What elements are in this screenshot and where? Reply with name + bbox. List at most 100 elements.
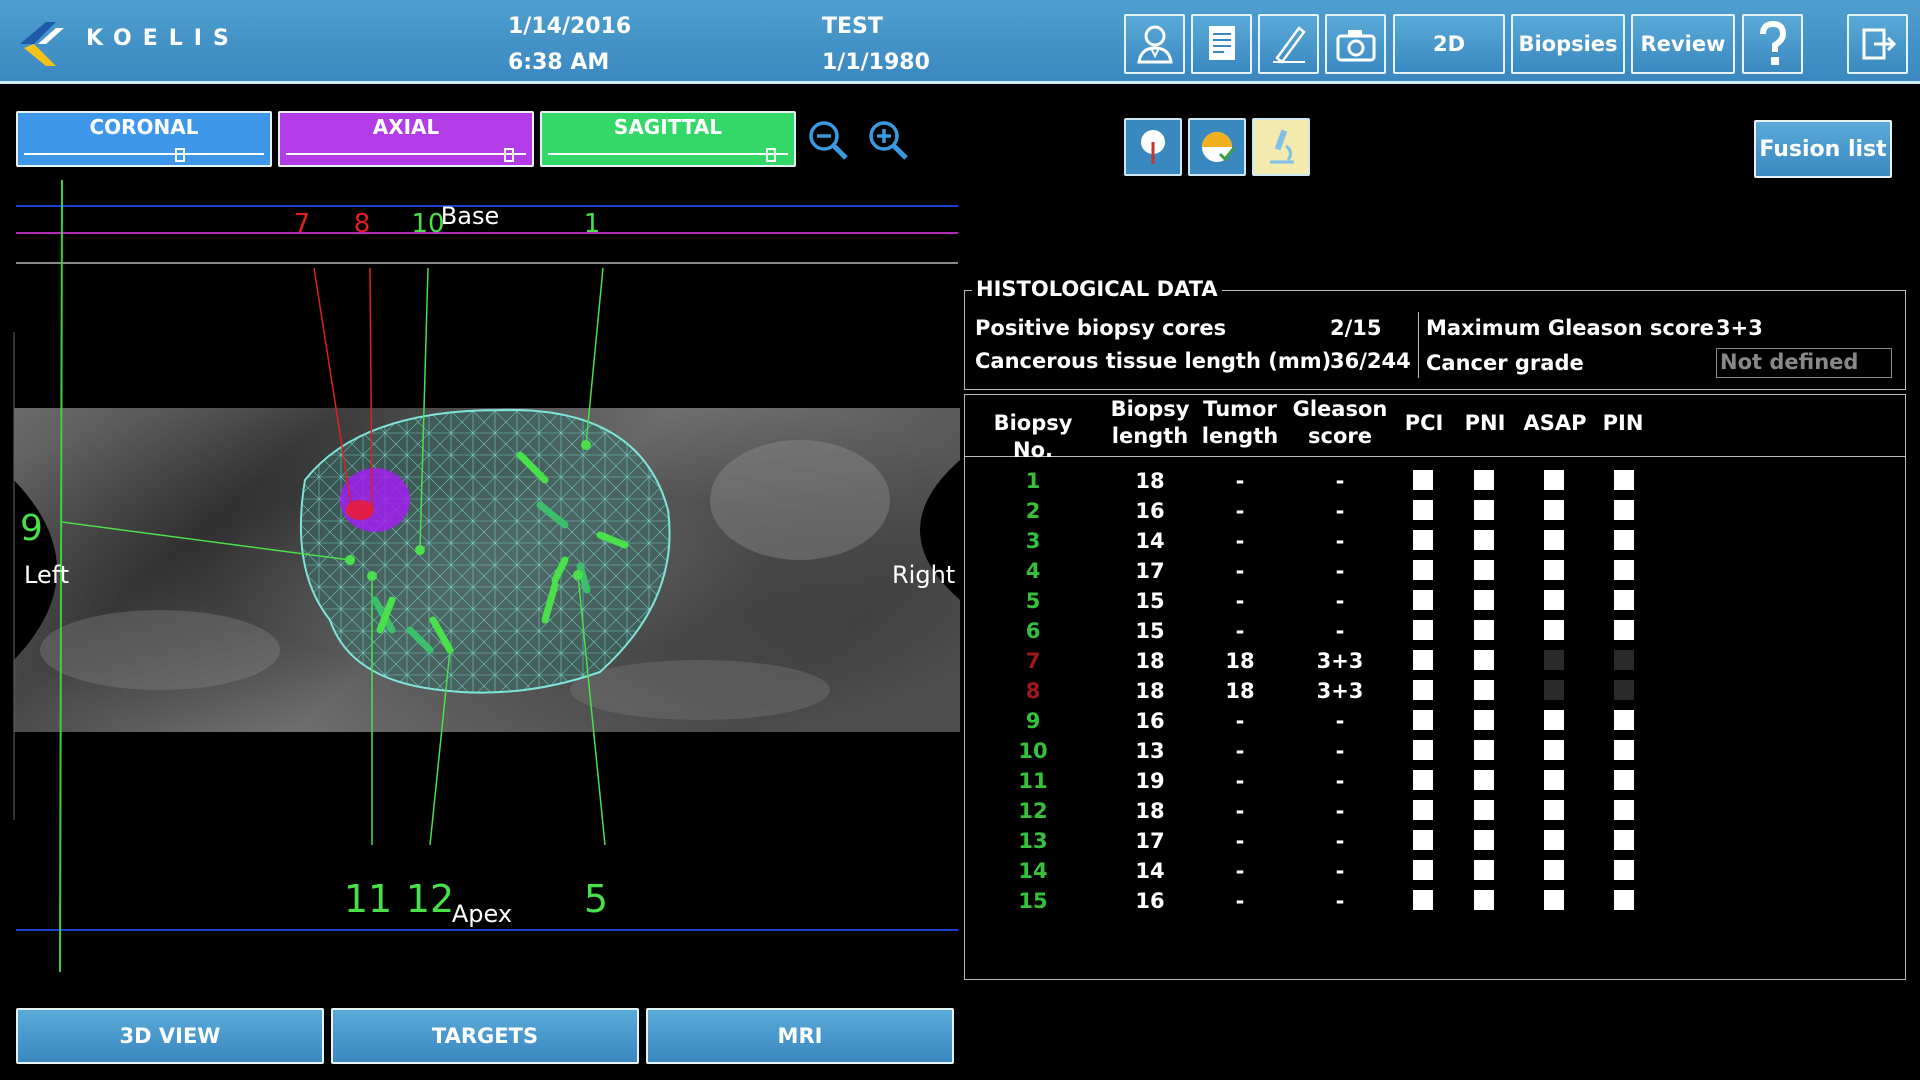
pci-checkbox[interactable] [1413,890,1433,910]
review-button[interactable]: Review [1631,14,1735,74]
pin-checkbox[interactable] [1614,800,1634,820]
pci-checkbox[interactable] [1413,590,1433,610]
asap-checkbox[interactable] [1544,650,1564,670]
pci-checkbox[interactable] [1413,800,1433,820]
pin-checkbox[interactable] [1614,650,1634,670]
pni-checkbox[interactable] [1474,860,1494,880]
3d-view-button[interactable]: 3D VIEW [16,1008,324,1064]
pci-checkbox[interactable] [1413,470,1433,490]
table-row[interactable]: 14 14 - - [964,856,1864,886]
pni-checkbox[interactable] [1474,530,1494,550]
asap-checkbox[interactable] [1544,560,1564,580]
asap-checkbox[interactable] [1544,620,1564,640]
axial-slider-thumb[interactable] [504,148,515,162]
table-row[interactable]: 12 18 - - [964,796,1864,826]
pin-checkbox[interactable] [1614,710,1634,730]
pin-checkbox[interactable] [1614,680,1634,700]
tab-sagittal[interactable]: SAGITTAL [540,111,796,167]
fusion-list-button[interactable]: Fusion list [1754,120,1892,178]
pci-checkbox[interactable] [1413,710,1433,730]
pni-checkbox[interactable] [1474,650,1494,670]
table-row[interactable]: 9 16 - - [964,706,1864,736]
asap-checkbox[interactable] [1544,800,1564,820]
table-row[interactable]: 10 13 - - [964,736,1864,766]
coronal-slider-track[interactable] [24,153,264,155]
pci-checkbox[interactable] [1413,530,1433,550]
pni-checkbox[interactable] [1474,770,1494,790]
pin-checkbox[interactable] [1614,740,1634,760]
asap-checkbox[interactable] [1544,740,1564,760]
asap-checkbox[interactable] [1544,860,1564,880]
sagittal-slider-track[interactable] [548,153,788,155]
pni-checkbox[interactable] [1474,560,1494,580]
cancer-grade-field[interactable]: Not defined [1716,348,1892,378]
pni-checkbox[interactable] [1474,500,1494,520]
pni-checkbox[interactable] [1474,890,1494,910]
table-row[interactable]: 2 16 - - [964,496,1864,526]
pin-checkbox[interactable] [1614,530,1634,550]
table-row[interactable]: 11 19 - - [964,766,1864,796]
help-button[interactable] [1742,14,1803,74]
pin-checkbox[interactable] [1614,890,1634,910]
pci-checkbox[interactable] [1413,560,1433,580]
pni-checkbox[interactable] [1474,740,1494,760]
pci-checkbox[interactable] [1413,860,1433,880]
pni-checkbox[interactable] [1474,830,1494,850]
pci-checkbox[interactable] [1413,740,1433,760]
table-row[interactable]: 13 17 - - [964,826,1864,856]
patient-button[interactable] [1124,14,1185,74]
zoom-out-icon[interactable] [806,118,850,162]
pci-checkbox[interactable] [1413,830,1433,850]
table-row[interactable]: 15 16 - - [964,886,1864,916]
biopsies-button[interactable]: Biopsies [1511,14,1625,74]
pin-checkbox[interactable] [1614,860,1634,880]
pni-checkbox[interactable] [1474,710,1494,730]
table-row[interactable]: 1 18 - - [964,466,1864,496]
pci-checkbox[interactable] [1413,770,1433,790]
score-tool-button[interactable] [1188,118,1246,176]
tab-coronal[interactable]: CORONAL [16,111,272,167]
prostate-3d-viewport[interactable]: Base Apex Left Right 9 7 8 10 1 11 12 5 [0,180,960,980]
pni-checkbox[interactable] [1474,620,1494,640]
pin-checkbox[interactable] [1614,620,1634,640]
asap-checkbox[interactable] [1544,590,1564,610]
tab-axial[interactable]: AXIAL [278,111,534,167]
pni-checkbox[interactable] [1474,680,1494,700]
report-button[interactable] [1191,14,1252,74]
asap-checkbox[interactable] [1544,530,1564,550]
table-row[interactable]: 8 18 18 3+3 [964,676,1864,706]
pni-checkbox[interactable] [1474,800,1494,820]
pin-checkbox[interactable] [1614,590,1634,610]
pin-checkbox[interactable] [1614,500,1634,520]
sagittal-slider-thumb[interactable] [766,148,777,162]
target-tool-button[interactable] [1124,118,1182,176]
pci-checkbox[interactable] [1413,500,1433,520]
table-row[interactable]: 4 17 - - [964,556,1864,586]
exit-button[interactable] [1847,14,1908,74]
zoom-in-icon[interactable] [866,118,910,162]
table-row[interactable]: 5 15 - - [964,586,1864,616]
capture-button[interactable] [1325,14,1386,74]
mode-2d-button[interactable]: 2D [1393,14,1505,74]
coronal-slider-thumb[interactable] [175,148,185,162]
pci-checkbox[interactable] [1413,620,1433,640]
asap-checkbox[interactable] [1544,770,1564,790]
annotate-button[interactable] [1258,14,1319,74]
asap-checkbox[interactable] [1544,500,1564,520]
mri-button[interactable]: MRI [646,1008,954,1064]
pni-checkbox[interactable] [1474,470,1494,490]
pni-checkbox[interactable] [1474,590,1494,610]
asap-checkbox[interactable] [1544,830,1564,850]
pin-checkbox[interactable] [1614,770,1634,790]
pin-checkbox[interactable] [1614,830,1634,850]
axial-slider-track[interactable] [286,153,526,155]
table-row[interactable]: 7 18 18 3+3 [964,646,1864,676]
asap-checkbox[interactable] [1544,470,1564,490]
pci-checkbox[interactable] [1413,650,1433,670]
pin-checkbox[interactable] [1614,470,1634,490]
table-row[interactable]: 3 14 - - [964,526,1864,556]
asap-checkbox[interactable] [1544,680,1564,700]
asap-checkbox[interactable] [1544,890,1564,910]
pci-checkbox[interactable] [1413,680,1433,700]
histology-tool-button[interactable] [1252,118,1310,176]
